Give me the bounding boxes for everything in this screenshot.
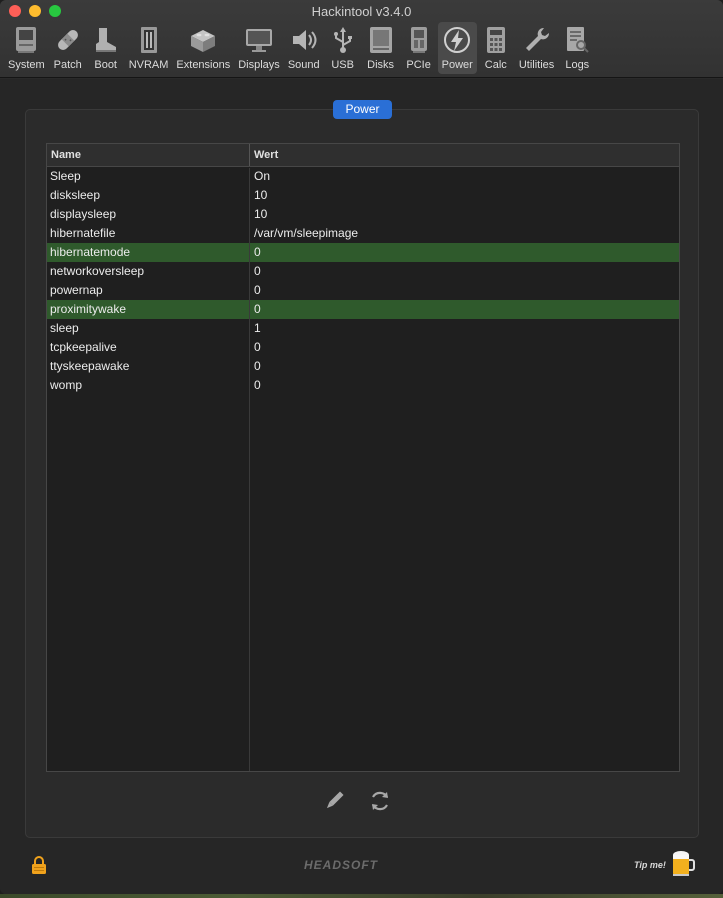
toolbar-item-disks[interactable]: Disks [362,22,400,74]
row-name-cell: networkoversleep [50,264,145,278]
row-name-cell: displaysleep [50,207,117,221]
row-name-cell: powernap [50,283,103,297]
row-value-cell[interactable]: 10 [250,186,679,205]
main-content: Power Name Wert Sleep On disksleep 10 displa… [0,79,723,894]
ram-chip-icon [134,25,164,55]
row-name-cell: proximitywake [50,302,127,316]
window-title: Hackintool v3.4.0 [311,4,412,19]
wrench-icon [522,25,552,55]
toolbar-item-patch[interactable]: Patch [49,22,87,74]
bandage-icon [53,25,83,55]
row-value-cell[interactable]: 0 [250,243,679,262]
toolbar-item-nvram[interactable]: NVRAM [125,22,173,74]
row-name-cell: hibernatefile [50,226,116,240]
row-name-cell: sleep [50,321,79,335]
row-name-cell: disksleep [50,188,101,202]
row-name-cell: Sleep [50,169,81,183]
toolbar-item-power[interactable]: Power [437,22,477,74]
computer-icon [11,25,41,55]
column-divider [249,168,250,771]
boot-icon [91,25,121,55]
power-settings-table[interactable]: Name Wert Sleep On disksleep 10 displaysleep… [46,143,680,772]
toolbar-item-sound[interactable]: Sound [284,22,324,74]
row-value-cell[interactable]: /var/vm/sleepimage [250,224,679,243]
desktop-background-strip [0,894,723,898]
power-bolt-icon [442,25,472,55]
headsoft-logo: HEADSOFT [304,858,378,872]
app-window: Hackintool v3.4.0 System Patch Boot NVRA… [0,0,723,894]
refresh-icon[interactable] [368,789,392,813]
column-header-value[interactable]: Wert [250,144,679,166]
table-row[interactable]: sleep 1 [47,319,679,338]
toolbar-item-system[interactable]: System [4,22,49,74]
calculator-icon [481,25,511,55]
log-file-icon [562,25,592,55]
tip-me-link[interactable]: Tip me! [634,860,666,870]
toolbar-item-logs[interactable]: Logs [558,22,596,74]
speaker-icon [289,25,319,55]
table-row[interactable]: Sleep On [47,167,679,186]
table-row[interactable]: hibernatemode 0 [47,243,679,262]
power-tab[interactable]: Power [333,100,392,119]
row-value-cell[interactable]: 0 [250,357,679,376]
table-row[interactable]: womp 0 [47,376,679,395]
lock-icon[interactable] [31,856,47,879]
table-body: Sleep On disksleep 10 displaysleep 10 hibernat… [47,167,679,395]
table-actions [322,789,392,813]
lego-brick-icon [188,25,218,55]
row-value-cell[interactable]: 0 [250,376,679,395]
table-header: Name Wert [47,144,679,167]
table-row[interactable]: displaysleep 10 [47,205,679,224]
main-toolbar: System Patch Boot NVRAM Extensions Displ… [4,22,596,76]
toolbar-item-boot[interactable]: Boot [87,22,125,74]
monitor-icon [244,25,274,55]
row-value-cell[interactable]: 0 [250,300,679,319]
row-value-cell[interactable]: On [250,167,679,186]
row-name-cell: ttyskeepawake [50,359,130,373]
toolbar-item-calc[interactable]: Calc [477,22,515,74]
title-bar: Hackintool v3.4.0 System Patch Boot NVRA… [0,0,723,78]
beer-mug-icon[interactable] [671,850,695,883]
table-row[interactable]: hibernatefile/var/vm/sleepimage [47,224,679,243]
toolbar-item-pcie[interactable]: PCIe [400,22,438,74]
row-value-cell[interactable]: 1 [250,319,679,338]
toolbar-item-utilities[interactable]: Utilities [515,22,558,74]
row-name-cell: hibernatemode [50,245,131,259]
column-header-name[interactable]: Name [47,144,250,166]
table-row[interactable]: powernap 0 [47,281,679,300]
pencil-icon[interactable] [322,789,346,813]
pcie-card-icon [404,25,434,55]
row-value-cell[interactable]: 0 [250,281,679,300]
row-name-cell: womp [50,378,83,392]
disk-icon [366,25,396,55]
usb-icon [328,25,358,55]
toolbar-item-displays[interactable]: Displays [234,22,284,74]
toolbar-item-extensions[interactable]: Extensions [172,22,234,74]
table-row[interactable]: networkoversleep 0 [47,262,679,281]
row-name-cell: tcpkeepalive [50,340,117,354]
row-value-cell[interactable]: 0 [250,262,679,281]
row-value-cell[interactable]: 10 [250,205,679,224]
table-row[interactable]: proximitywake 0 [47,300,679,319]
table-row[interactable]: disksleep 10 [47,186,679,205]
row-value-cell[interactable]: 0 [250,338,679,357]
table-row[interactable]: ttyskeepawake 0 [47,357,679,376]
table-row[interactable]: tcpkeepalive 0 [47,338,679,357]
toolbar-item-usb[interactable]: USB [324,22,362,74]
